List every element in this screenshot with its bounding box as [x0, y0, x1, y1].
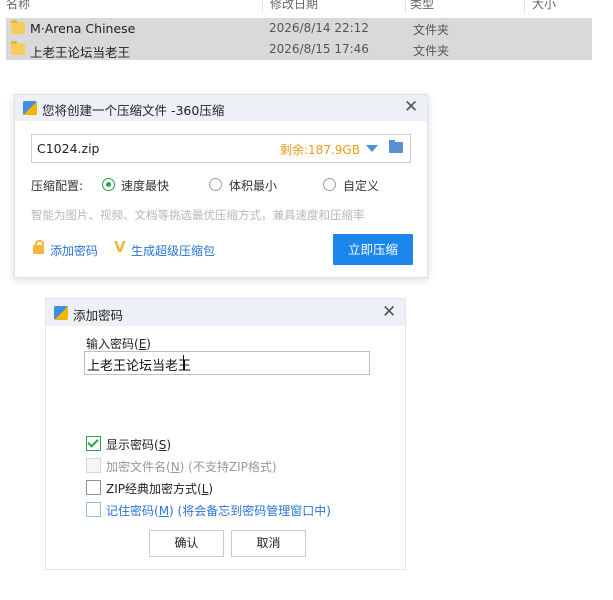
text-caret	[183, 355, 184, 370]
compress-dialog: 您将创建一个压缩文件 -360压缩 ✕ C1024.zip 剩余:187.9GB…	[14, 94, 428, 278]
label-text: ZIP经典加密方式(	[106, 482, 202, 496]
password-dialog-title: 添加密码	[73, 308, 124, 323]
access-key: N	[170, 460, 180, 474]
option-custom-label[interactable]: 自定义	[343, 177, 379, 194]
add-password-link[interactable]: 添加密码	[50, 242, 98, 259]
app-360zip-icon	[54, 306, 68, 320]
encrypt-filenames-checkbox[interactable]	[86, 458, 101, 473]
column-divider[interactable]	[262, 0, 263, 12]
label-text: 显示密码(	[106, 438, 159, 452]
zip-classic-encryption-checkbox[interactable]	[86, 480, 101, 495]
file-type: 文件夹	[413, 44, 450, 58]
column-divider[interactable]	[405, 0, 406, 12]
add-password-dialog: 添加密码 ✕ 输入密码(E) 上老王论坛当老王 显示密码(S) 加密文件名(N)…	[45, 298, 406, 570]
option-note: (将会备忘到密码管理窗口中)	[173, 504, 331, 518]
compress-now-button[interactable]: 立即压缩	[333, 234, 413, 265]
label-text: 记住密码(	[106, 504, 159, 518]
folder-icon	[11, 20, 25, 34]
file-type: 文件夹	[413, 23, 450, 37]
compress-dialog-title: 您将创建一个压缩文件 -360压缩	[42, 103, 225, 118]
compression-config-label: 压缩配置:	[31, 179, 84, 193]
label-text: )	[208, 482, 214, 496]
show-password-label[interactable]: 显示密码(S)	[106, 436, 171, 453]
confirm-button[interactable]: 确认	[149, 530, 224, 557]
password-dialog-titlebar[interactable]: 添加密码 ✕	[46, 299, 405, 326]
file-date: 2026/8/14 22:12	[269, 21, 369, 35]
label-text: 加密文件名(	[106, 460, 171, 474]
column-header-modified[interactable]: 修改日期	[270, 0, 318, 11]
free-space-label: 剩余:187.9GB	[280, 143, 360, 157]
option-fastest-label[interactable]: 速度最快	[121, 177, 169, 194]
cancel-button[interactable]: 取消	[231, 530, 306, 557]
file-date: 2026/8/15 17:46	[269, 42, 369, 56]
label-text: )	[146, 337, 151, 351]
super-pack-link[interactable]: 生成超级压缩包	[131, 242, 215, 259]
encrypt-filenames-label[interactable]: 加密文件名(N) (不支持ZIP格式)	[106, 458, 277, 475]
file-row[interactable]: 上老王论坛当老王 2026/8/15 17:46 文件夹	[6, 39, 592, 60]
password-input[interactable]: 上老王论坛当老王	[84, 351, 370, 375]
column-header-type[interactable]: 类型	[410, 0, 434, 11]
radio-custom[interactable]	[323, 178, 336, 191]
file-row[interactable]: M·Arena Chinese 2026/8/14 22:12 文件夹	[6, 18, 592, 39]
file-name: 上老王论坛当老王	[30, 45, 131, 60]
lock-icon[interactable]	[33, 240, 44, 254]
remember-password-label[interactable]: 记住密码(M) (将会备忘到密码管理窗口中)	[106, 502, 331, 519]
column-divider[interactable]	[524, 0, 525, 12]
close-icon[interactable]: ✕	[404, 99, 418, 116]
compress-dialog-titlebar[interactable]: 您将创建一个压缩文件 -360压缩 ✕	[15, 95, 427, 121]
option-note: (不支持ZIP格式)	[184, 460, 277, 474]
compression-hint: 智能为图片、视频、文档等挑选最优压缩方式，兼具速度和压缩率	[31, 208, 365, 222]
show-password-checkbox[interactable]	[86, 436, 101, 451]
close-icon[interactable]: ✕	[382, 304, 396, 321]
password-value[interactable]: 上老王论坛当老王	[87, 355, 191, 374]
zip-classic-encryption-label[interactable]: ZIP经典加密方式(L)	[106, 480, 213, 497]
browse-folder-icon[interactable]	[389, 140, 403, 153]
vip-v-icon[interactable]: V	[114, 240, 126, 255]
radio-smallest[interactable]	[209, 178, 222, 191]
column-header-size[interactable]: 大小	[532, 0, 556, 11]
label-text: )	[166, 438, 171, 452]
remember-password-checkbox[interactable]	[86, 502, 101, 517]
option-smallest-label[interactable]: 体积最小	[229, 177, 277, 194]
radio-fastest[interactable]	[102, 178, 115, 191]
app-360zip-icon	[23, 101, 37, 115]
folder-icon	[11, 41, 25, 55]
column-header-name[interactable]: 名称	[6, 0, 30, 11]
archive-path-field[interactable]: C1024.zip 剩余:187.9GB	[31, 134, 411, 163]
archive-filename[interactable]: C1024.zip	[37, 141, 99, 156]
chevron-down-icon[interactable]	[366, 145, 378, 152]
file-name: M·Arena Chinese	[30, 21, 136, 36]
label-text: 输入密码(	[86, 337, 139, 351]
access-key: M	[158, 504, 170, 518]
password-input-label: 输入密码(E)	[86, 335, 151, 352]
